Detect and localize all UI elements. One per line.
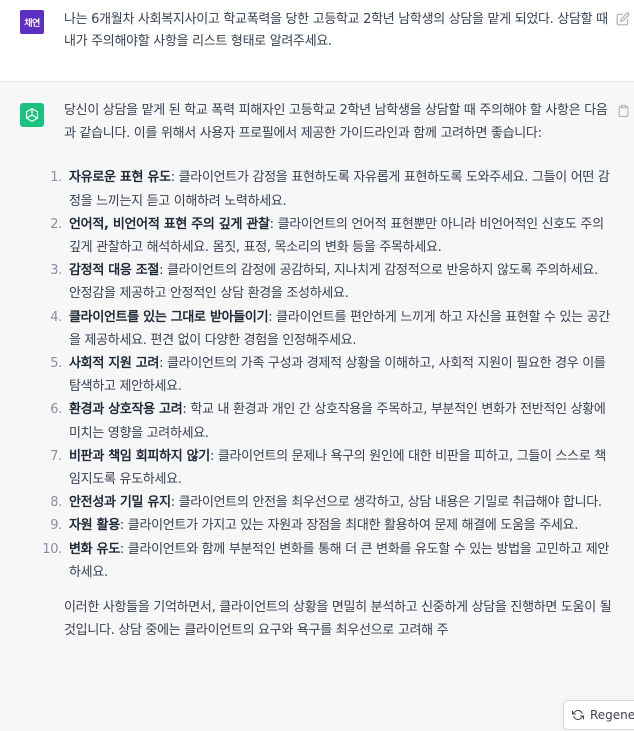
list-item-number: 9. <box>50 518 62 534</box>
list-item-number: 4. <box>50 309 62 325</box>
list-item: 8. 안전성과 기밀 유지: 클라이언트의 안전을 최우선으로 생각하고, 상담 … <box>50 491 612 514</box>
assistant-message-row: 당신이 상담을 맡게 된 학교 폭력 피해자인 고등학교 2학년 남학생을 상담… <box>0 82 634 731</box>
list-item-title: 자유로운 표현 유도 <box>69 170 171 186</box>
assistant-message-body: 당신이 상담을 맡게 된 학교 폭력 피해자인 고등학교 2학년 남학생을 상담… <box>42 99 612 642</box>
openai-logo-icon <box>25 108 39 122</box>
guideline-list: 1. 자유로운 표현 유도: 클라이언트가 감정을 표현하도록 자유롭게 표현하도… <box>42 166 612 584</box>
assistant-avatar <box>20 103 44 127</box>
user-message-text: 나는 6개월차 사회복지사이고 학교폭력을 당한 고등학교 2학년 남학생의 상… <box>64 12 608 49</box>
list-item-title: 클라이언트를 있는 그대로 받아들이기 <box>69 309 269 325</box>
list-item: 3. 감정적 대응 조절: 클라이언트의 감정에 공감하되, 지나치게 감정적으로… <box>50 259 612 305</box>
list-item-title: 자원 활용 <box>69 518 120 534</box>
copy-icon[interactable] <box>617 104 630 118</box>
list-item-title: 환경과 상호작용 고려 <box>69 402 183 418</box>
list-item-number: 8. <box>50 495 62 511</box>
list-item-title: 변화 유도 <box>69 541 120 557</box>
list-item-title: 감정적 대응 조절 <box>69 263 160 279</box>
list-item-text: : 클라이언트의 안전을 최우선으로 생각하고, 상담 내용은 기밀로 취급해야… <box>170 495 602 511</box>
refresh-icon <box>572 709 584 721</box>
list-item-text: : 클라이언트와 함께 부분적인 변화를 통해 더 큰 변화를 유도할 수 있는… <box>69 541 610 580</box>
assistant-outro: 이러한 사항들을 기억하면서, 클라이언트의 상황을 면밀히 분석하고 신중하게… <box>64 600 612 639</box>
list-item: 7. 비판과 책임 회피하지 않기: 클라이언트의 문제나 욕구의 원인에 대한 … <box>50 445 612 491</box>
scroll-fade <box>0 682 634 731</box>
list-item-title: 언어적, 비언어적 표현 주의 깊게 관찰 <box>69 216 270 232</box>
regenerate-button[interactable]: Regener <box>563 700 634 730</box>
list-item: 2. 언어적, 비언어적 표현 주의 깊게 관찰: 클라이언트의 언어적 표현뿐만… <box>50 213 612 259</box>
user-avatar: 채연 <box>20 10 44 34</box>
list-item: 4. 클라이언트를 있는 그대로 받아들이기: 클라이언트를 편안하게 느끼게 하… <box>50 306 612 352</box>
list-item-number: 10. <box>42 541 62 557</box>
edit-icon[interactable] <box>616 12 630 26</box>
list-item-text: : 클라이언트가 가지고 있는 자원과 장점을 최대한 활용하여 문제 해결에 … <box>119 518 579 534</box>
list-item-number: 2. <box>50 216 62 232</box>
list-item: 1. 자유로운 표현 유도: 클라이언트가 감정을 표현하도록 자유롭게 표현하도… <box>50 166 612 212</box>
regenerate-label: Regener <box>590 708 634 722</box>
list-item: 5. 사회적 지원 고려: 클라이언트의 가족 구성과 경제적 상황을 이해하고,… <box>50 352 612 398</box>
assistant-intro: 당신이 상담을 맡게 된 학교 폭력 피해자인 고등학교 2학년 남학생을 상담… <box>64 103 608 142</box>
list-item-number: 6. <box>50 402 62 418</box>
list-item-title: 비판과 책임 회피하지 않기 <box>69 448 210 464</box>
list-item-number: 7. <box>50 448 62 464</box>
list-item: 10. 변화 유도: 클라이언트와 함께 부분적인 변화를 통해 더 큰 변화를 … <box>42 538 612 584</box>
list-item: 6. 환경과 상호작용 고려: 학교 내 환경과 개인 간 상호작용을 주목하고,… <box>50 398 612 444</box>
user-message-row: 채연 나는 6개월차 사회복지사이고 학교폭력을 당한 고등학교 2학년 남학생… <box>0 0 634 82</box>
list-item-number: 1. <box>50 170 62 186</box>
list-item-title: 안전성과 기밀 유지 <box>69 495 171 511</box>
list-item-number: 3. <box>50 263 62 279</box>
list-item: 9. 자원 활용: 클라이언트가 가지고 있는 자원과 장점을 최대한 활용하여 … <box>50 514 612 537</box>
list-item-number: 5. <box>50 356 62 372</box>
list-item-title: 사회적 지원 고려 <box>69 356 160 372</box>
